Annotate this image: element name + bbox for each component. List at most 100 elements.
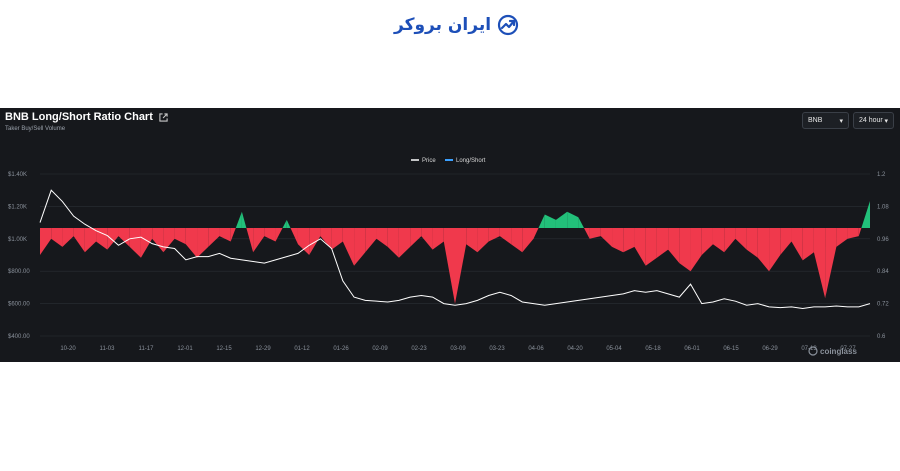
x-tick-label: 12-01 (177, 346, 193, 352)
ratio-segment (290, 228, 298, 245)
brand-name: ایران بروکر (394, 15, 492, 35)
brand-logo: ایران بروکر (394, 12, 519, 38)
ratio-segment (522, 228, 534, 253)
y-right-tick-label: 0.6 (877, 334, 886, 340)
caret-down-icon: ▾ (884, 117, 888, 125)
ratio-segment (813, 228, 826, 299)
ratio-segment (253, 228, 265, 253)
long-short-chart: $400.00 $600.00 $800.00 $1.00K $1.20K $1.40K 0… (8, 158, 889, 356)
ratio-segment (791, 228, 803, 261)
ratio-segment (297, 228, 310, 255)
ratio-segment (538, 214, 545, 228)
y-right-tick-label: 0.96 (877, 237, 889, 243)
ratio-segment (656, 228, 669, 258)
ratio-segment (861, 201, 870, 228)
interval-select[interactable]: 24 hour ▾ (853, 112, 894, 129)
y-right-tick-label: 0.72 (877, 302, 889, 308)
x-tick-label: 06-01 (684, 346, 700, 352)
x-tick-label: 02-09 (372, 346, 388, 352)
legend-label-price[interactable]: Price (422, 158, 436, 164)
y-right-tick-label: 0.84 (877, 269, 889, 275)
ratio-segment (858, 228, 862, 237)
ratio-segment (499, 228, 512, 245)
caret-down-icon: ▾ (839, 117, 843, 125)
x-tick-label: 04-06 (528, 346, 544, 352)
ratio-segment (208, 228, 220, 247)
x-tick-label: 06-29 (762, 346, 778, 352)
ratio-segment (342, 228, 355, 266)
x-tick-label: 05-18 (645, 346, 661, 352)
x-tick-label: 01-12 (294, 346, 310, 352)
ratio-segment (286, 219, 291, 228)
external-link-icon[interactable] (159, 112, 168, 122)
ratio-segment (410, 228, 422, 247)
ratio-segment (802, 228, 814, 261)
ratio-segment (129, 228, 141, 258)
ratio-segment (488, 228, 500, 242)
ratio-segment (735, 228, 747, 250)
legend[interactable]: Price Long/Short (411, 158, 486, 164)
x-tick-label: 02-23 (411, 346, 427, 352)
ratio-segment (197, 228, 209, 258)
ratio-segment (331, 228, 343, 250)
ratio-segment (466, 228, 478, 253)
ratio-segment (600, 228, 613, 247)
ratio-segment (724, 228, 736, 253)
x-tick-label: 11-17 (139, 346, 155, 352)
symbol-select[interactable]: BNB ▾ (802, 112, 849, 129)
x-tick-label: 03-23 (489, 346, 505, 352)
ratio-segment (712, 228, 725, 253)
x-tick-label: 06-15 (723, 346, 739, 352)
y-right-tick-label: 1.2 (877, 172, 886, 178)
x-tick-label: 03-09 (450, 346, 466, 352)
ratio-segment (51, 228, 63, 247)
legend-label-ratio[interactable]: Long/Short (456, 158, 486, 164)
ratio-segment (780, 228, 792, 255)
ratio-segment (275, 228, 283, 242)
ratio-segment (84, 228, 97, 253)
ratio-segment (769, 228, 781, 272)
trend-arrow-icon (497, 14, 519, 36)
ratio-segment (354, 228, 366, 266)
ratio-segment (455, 228, 467, 304)
ratio-segment (589, 228, 601, 239)
interval-select-value: 24 hour (859, 117, 883, 124)
ratio-segment (511, 228, 523, 253)
y-left-tick-label: $1.40K (8, 172, 27, 178)
y-right-tick-label: 1.08 (877, 204, 889, 210)
y-left-tick-label: $1.20K (8, 204, 27, 210)
ratio-segment (701, 228, 713, 255)
y-left-tick-label: $400.00 (8, 334, 30, 340)
ratio-segment (679, 228, 691, 272)
x-tick-label: 01-26 (333, 346, 349, 352)
x-tick-label: 04-20 (567, 346, 583, 352)
ratio-segment (443, 228, 455, 304)
ratio-segment (567, 211, 579, 228)
ratio-segment (690, 228, 702, 272)
y-left-tick-label: $1.00K (8, 237, 27, 243)
chart-title: BNB Long/Short Ratio Chart (5, 111, 168, 123)
ratio-segment (533, 228, 539, 239)
ratio-segment (583, 228, 590, 239)
ratio-segment (185, 228, 198, 258)
ratio-segment (219, 228, 231, 242)
x-tick-label: 12-29 (255, 346, 271, 352)
chart-subtitle: Taker Buy/Sell Volume (5, 126, 66, 132)
ratio-segment (73, 228, 85, 253)
y-left-tick-label: $600.00 (8, 302, 30, 308)
symbol-select-value: BNB (808, 117, 823, 124)
ratio-segment (398, 228, 411, 258)
watermark-text: coinglass (820, 347, 857, 356)
ratio-segment (836, 228, 848, 247)
ratio-segment (668, 228, 680, 264)
ratio-segment (555, 211, 568, 228)
ratio-segment (230, 228, 236, 242)
ratio-segment (387, 228, 399, 258)
chart-panel: $400.00 $600.00 $800.00 $1.00K $1.20K $1.40K 0… (0, 108, 900, 362)
chart-title-text: BNB Long/Short Ratio Chart (5, 111, 153, 123)
ratio-segment (282, 219, 287, 228)
y-left-tick-label: $800.00 (8, 269, 30, 275)
ratio-segment (757, 228, 770, 272)
ratio-segment (152, 228, 164, 253)
ratio-segment (612, 228, 624, 253)
